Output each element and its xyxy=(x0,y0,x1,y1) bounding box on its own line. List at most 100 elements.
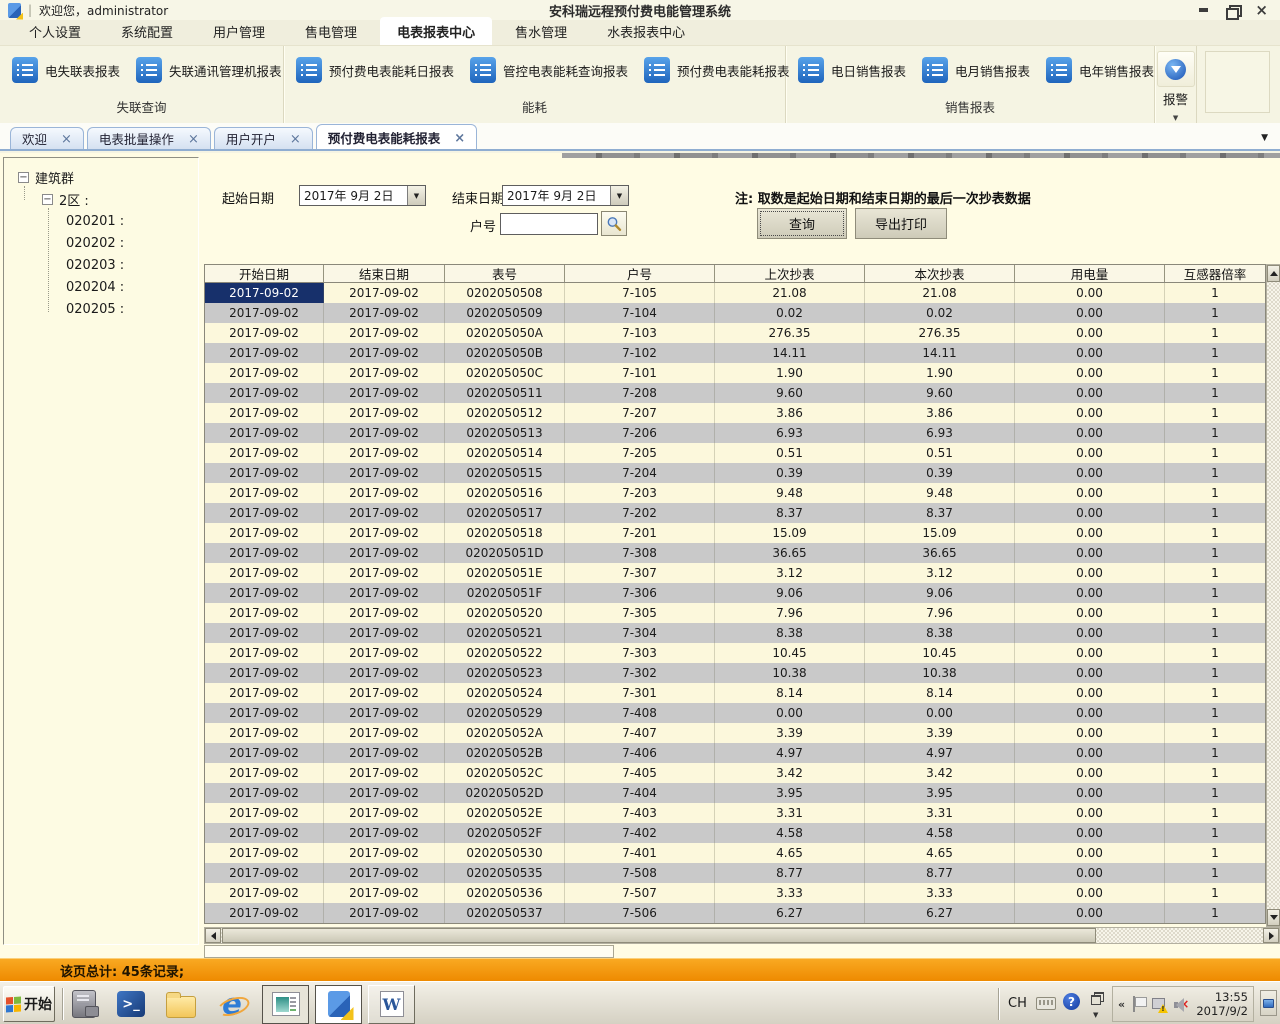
column-header-7[interactable]: 用电量 xyxy=(1015,265,1165,282)
table-cell[interactable]: 7-203 xyxy=(565,483,715,503)
column-header-3[interactable]: 表号 xyxy=(445,265,565,282)
table-cell[interactable]: 0202050511 xyxy=(445,383,565,403)
tab-2[interactable]: 电表批量操作 xyxy=(87,127,211,149)
table-cell[interactable]: 3.12 xyxy=(715,563,865,583)
table-cell[interactable]: 2017-09-02 xyxy=(205,583,324,603)
table-cell[interactable]: 020205052E xyxy=(445,803,565,823)
tab-close-icon[interactable] xyxy=(454,130,465,145)
table-cell[interactable]: 8.14 xyxy=(715,683,865,703)
table-cell[interactable]: 2017-09-02 xyxy=(205,523,324,543)
collapse-icon[interactable] xyxy=(18,172,29,183)
table-cell[interactable]: 9.60 xyxy=(715,383,865,403)
table-cell[interactable]: 2017-09-02 xyxy=(205,623,324,643)
table-cell[interactable]: 0202050521 xyxy=(445,623,565,643)
table-cell[interactable]: 2017-09-02 xyxy=(324,483,445,503)
chevron-down-icon[interactable] xyxy=(407,186,425,205)
table-cell[interactable]: 2017-09-02 xyxy=(205,883,324,903)
table-cell[interactable]: 1 xyxy=(1165,543,1265,563)
table-cell[interactable]: 2017-09-02 xyxy=(324,503,445,523)
table-cell[interactable]: 020205052D xyxy=(445,783,565,803)
table-cell[interactable]: 6.93 xyxy=(715,423,865,443)
table-cell[interactable]: 2017-09-02 xyxy=(205,283,324,303)
table-cell[interactable]: 3.95 xyxy=(865,783,1015,803)
table-cell[interactable]: 7.96 xyxy=(715,603,865,623)
table-cell[interactable]: 0.00 xyxy=(1015,283,1165,303)
scroll-down-icon[interactable] xyxy=(1267,909,1280,926)
tab-3[interactable]: 用户开户 xyxy=(214,127,313,149)
table-cell[interactable]: 6.27 xyxy=(715,903,865,923)
table-cell[interactable]: 020205052B xyxy=(445,743,565,763)
table-cell[interactable]: 2017-09-02 xyxy=(324,423,445,443)
table-cell[interactable]: 1 xyxy=(1165,363,1265,383)
table-cell[interactable]: 1 xyxy=(1165,523,1265,543)
chevron-down-icon[interactable] xyxy=(610,186,628,205)
table-cell[interactable]: 2017-09-02 xyxy=(205,363,324,383)
table-cell[interactable]: 1 xyxy=(1165,903,1265,923)
table-cell[interactable]: 0.00 xyxy=(1015,663,1165,683)
keyboard-icon[interactable] xyxy=(1036,997,1056,1010)
table-cell[interactable]: 1 xyxy=(1165,603,1265,623)
column-header-5[interactable]: 上次抄表 xyxy=(715,265,865,282)
table-cell[interactable]: 2017-09-02 xyxy=(324,563,445,583)
task-image-viewer-button[interactable] xyxy=(262,985,309,1024)
table-cell[interactable]: 0202050508 xyxy=(445,283,565,303)
table-cell[interactable]: 1 xyxy=(1165,783,1265,803)
action-center-flag-icon[interactable] xyxy=(1133,996,1144,1012)
toolbar-caret-icon[interactable] xyxy=(1093,1006,1098,1020)
table-cell[interactable]: 1 xyxy=(1165,843,1265,863)
network-warning-icon[interactable] xyxy=(1152,997,1166,1012)
scroll-left-icon[interactable] xyxy=(205,928,221,943)
table-cell[interactable]: 7-202 xyxy=(565,503,715,523)
table-cell[interactable]: 3.31 xyxy=(865,803,1015,823)
menu-item-4[interactable]: 售电管理 xyxy=(288,17,374,45)
table-cell[interactable]: 8.37 xyxy=(715,503,865,523)
table-cell[interactable]: 2017-09-02 xyxy=(324,803,445,823)
table-cell[interactable]: 7-408 xyxy=(565,703,715,723)
column-header-2[interactable]: 结束日期 xyxy=(324,265,445,282)
table-cell[interactable]: 8.77 xyxy=(715,863,865,883)
table-cell[interactable]: 0.00 xyxy=(1015,863,1165,883)
table-cell[interactable]: 2017-09-02 xyxy=(205,503,324,523)
end-date-combo[interactable]: 2017年 9月 2日 xyxy=(502,185,629,206)
table-cell[interactable]: 0.00 xyxy=(1015,543,1165,563)
table-cell[interactable]: 0202050516 xyxy=(445,483,565,503)
table-cell[interactable]: 7-305 xyxy=(565,603,715,623)
table-cell[interactable]: 10.45 xyxy=(715,643,865,663)
table-cell[interactable]: 7-105 xyxy=(565,283,715,303)
table-cell[interactable]: 1 xyxy=(1165,283,1265,303)
ribbon-button[interactable]: 预付费电表能耗报表 xyxy=(636,51,798,89)
table-cell[interactable]: 7-403 xyxy=(565,803,715,823)
tree-node-leaf-4[interactable]: 020204 : xyxy=(66,276,198,298)
table-cell[interactable]: 4.97 xyxy=(865,743,1015,763)
table-cell[interactable]: 3.42 xyxy=(715,763,865,783)
table-cell[interactable]: 0.00 xyxy=(1015,823,1165,843)
table-cell[interactable]: 2017-09-02 xyxy=(324,523,445,543)
table-cell[interactable]: 2017-09-02 xyxy=(324,843,445,863)
table-cell[interactable]: 2017-09-02 xyxy=(324,823,445,843)
table-cell[interactable]: 020205052C xyxy=(445,763,565,783)
table-cell[interactable]: 2017-09-02 xyxy=(205,323,324,343)
table-cell[interactable]: 0.00 xyxy=(1015,363,1165,383)
table-cell[interactable]: 1 xyxy=(1165,403,1265,423)
menu-item-1[interactable]: 个人设置 xyxy=(12,17,98,45)
menu-item-5[interactable]: 电表报表中心 xyxy=(380,17,492,45)
table-cell[interactable]: 3.95 xyxy=(715,783,865,803)
account-input[interactable] xyxy=(500,213,598,235)
scroll-up-icon[interactable] xyxy=(1267,265,1280,282)
table-cell[interactable]: 0.02 xyxy=(865,303,1015,323)
table-cell[interactable]: 2017-09-02 xyxy=(324,883,445,903)
table-cell[interactable]: 2017-09-02 xyxy=(205,383,324,403)
menu-item-3[interactable]: 用户管理 xyxy=(196,17,282,45)
table-cell[interactable]: 1 xyxy=(1165,623,1265,643)
table-cell[interactable]: 2017-09-02 xyxy=(324,603,445,623)
table-cell[interactable]: 2017-09-02 xyxy=(324,383,445,403)
table-cell[interactable]: 0.00 xyxy=(1015,783,1165,803)
tree-node-root[interactable]: 建筑群 xyxy=(18,166,198,188)
table-cell[interactable]: 0202050515 xyxy=(445,463,565,483)
table-cell[interactable]: 2017-09-02 xyxy=(324,363,445,383)
table-cell[interactable]: 7-301 xyxy=(565,683,715,703)
task-word-button[interactable]: W xyxy=(368,985,415,1024)
table-cell[interactable]: 3.39 xyxy=(865,723,1015,743)
table-cell[interactable]: 276.35 xyxy=(865,323,1015,343)
table-cell[interactable]: 3.39 xyxy=(715,723,865,743)
